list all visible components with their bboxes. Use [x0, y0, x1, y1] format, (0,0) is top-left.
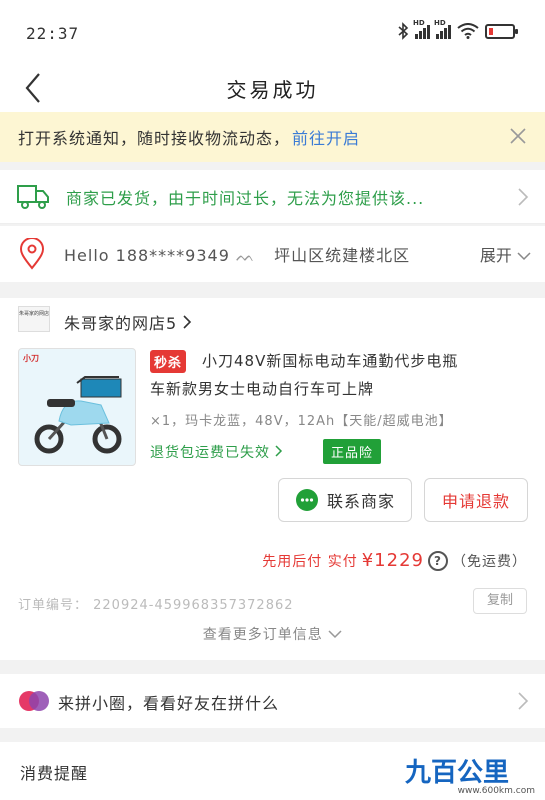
shop-logo: 朱哥家的网店 [18, 306, 50, 332]
bluetooth-icon [398, 22, 409, 40]
refund-button[interactable]: 申请退款 [424, 478, 528, 522]
chat-icon [295, 489, 318, 511]
shop-name-link[interactable]: 朱哥家的网店5 [64, 310, 192, 334]
payment-label: 先用后付 实付 [262, 553, 358, 570]
notice-enable-link[interactable]: 前往开启 [292, 125, 360, 149]
chevron-down-icon [328, 630, 342, 639]
shipping-status-row[interactable]: 商家已发货，由于时间过长，无法为您提供该... [0, 170, 545, 224]
watermark-url: www.600km.com [457, 786, 535, 796]
status-time: 22:37 [26, 24, 80, 43]
nav-bar: 交易成功 [0, 62, 545, 112]
address-district: 坪山区统建楼北区 [274, 246, 411, 265]
return-shipping-text: 退货包运费已失效 [150, 445, 270, 461]
watermark: 九百公里 www.600km.com [405, 752, 537, 796]
notice-text: 打开系统通知，随时接收物流动态， [18, 129, 291, 148]
flash-sale-tag: 秒杀 [150, 350, 187, 373]
eye-closed-icon[interactable]: ᨓ [236, 246, 256, 265]
contact-seller-label: 联系商家 [326, 492, 395, 511]
group-buy-row[interactable]: 来拼小圈，看看好友在拼什么 [0, 674, 545, 728]
chevron-down-icon [517, 252, 531, 261]
product-title-line2[interactable]: 车新款男女士电动自行车可上牌 [150, 378, 374, 399]
address-contact: Hello 188****9349 [64, 246, 230, 265]
scooter-illustration [34, 376, 122, 454]
payment-summary: 先用后付 实付 ¥1229 ? （免运费） [262, 550, 527, 571]
product-sku: ×1，玛卡龙蓝，48V，12Ah【天能/超威电池】 [150, 414, 453, 429]
wifi-icon [457, 23, 479, 39]
watermark-logo: 九百公里 [405, 758, 510, 788]
more-order-info[interactable]: 查看更多订单信息 [0, 624, 545, 644]
chevron-right-icon [275, 445, 283, 457]
help-icon[interactable]: ? [428, 550, 448, 571]
chevron-right-icon [518, 188, 529, 206]
contact-seller-button[interactable]: 联系商家 [278, 478, 412, 522]
product-brand: 小刀 [23, 354, 39, 363]
address-expand[interactable]: 展开 [480, 242, 531, 266]
address-row[interactable]: Hello 188****9349 ᨓ 坪山区统建楼北区 展开 [0, 226, 545, 282]
product-image[interactable]: 小刀 [18, 348, 136, 466]
expand-label: 展开 [479, 246, 512, 265]
page-title: 交易成功 [226, 78, 319, 102]
status-icons: HD HD [397, 19, 518, 40]
chevron-right-icon [183, 315, 192, 329]
shipping-text: 商家已发货，由于时间过长，无法为您提供该... [66, 189, 425, 208]
refund-label: 申请退款 [441, 492, 510, 511]
copy-button[interactable]: 复制 [473, 588, 527, 614]
order-card: 朱哥家的网店 朱哥家的网店5 小刀 秒杀 小刀48V新国标电动车通勤代步电瓶 车… [0, 298, 545, 660]
group-buy-icon [19, 691, 49, 711]
group-buy-text: 来拼小圈，看看好友在拼什么 [58, 694, 280, 713]
order-number: 订单编号： 220924-459968357372862 [18, 598, 294, 613]
shop-name: 朱哥家的网店5 [64, 314, 178, 333]
return-shipping-note[interactable]: 退货包运费已失效 [150, 442, 283, 462]
shipping-free-note: （免运费） [452, 553, 527, 570]
signal-icon: HD [434, 19, 451, 39]
chevron-right-icon [518, 692, 529, 710]
close-icon[interactable] [507, 125, 529, 147]
battery-icon [485, 23, 518, 39]
status-bar: 22:37 HD HD [0, 0, 545, 62]
location-pin-icon [19, 238, 45, 270]
consumer-tips-title: 消费提醒 [20, 764, 89, 783]
genuine-insurance-badge[interactable]: 正品险 [323, 439, 382, 464]
signal-icon: HD [413, 19, 430, 39]
payment-amount: ¥1229 [361, 550, 424, 571]
more-order-info-label: 查看更多订单信息 [202, 627, 323, 643]
product-title-line1[interactable]: 小刀48V新国标电动车通勤代步电瓶 [202, 350, 458, 371]
address-text: Hello 188****9349 ᨓ 坪山区统建楼北区 [64, 242, 410, 266]
notification-banner: 打开系统通知，随时接收物流动态， 前往开启 [0, 112, 545, 162]
truck-icon [17, 185, 49, 209]
